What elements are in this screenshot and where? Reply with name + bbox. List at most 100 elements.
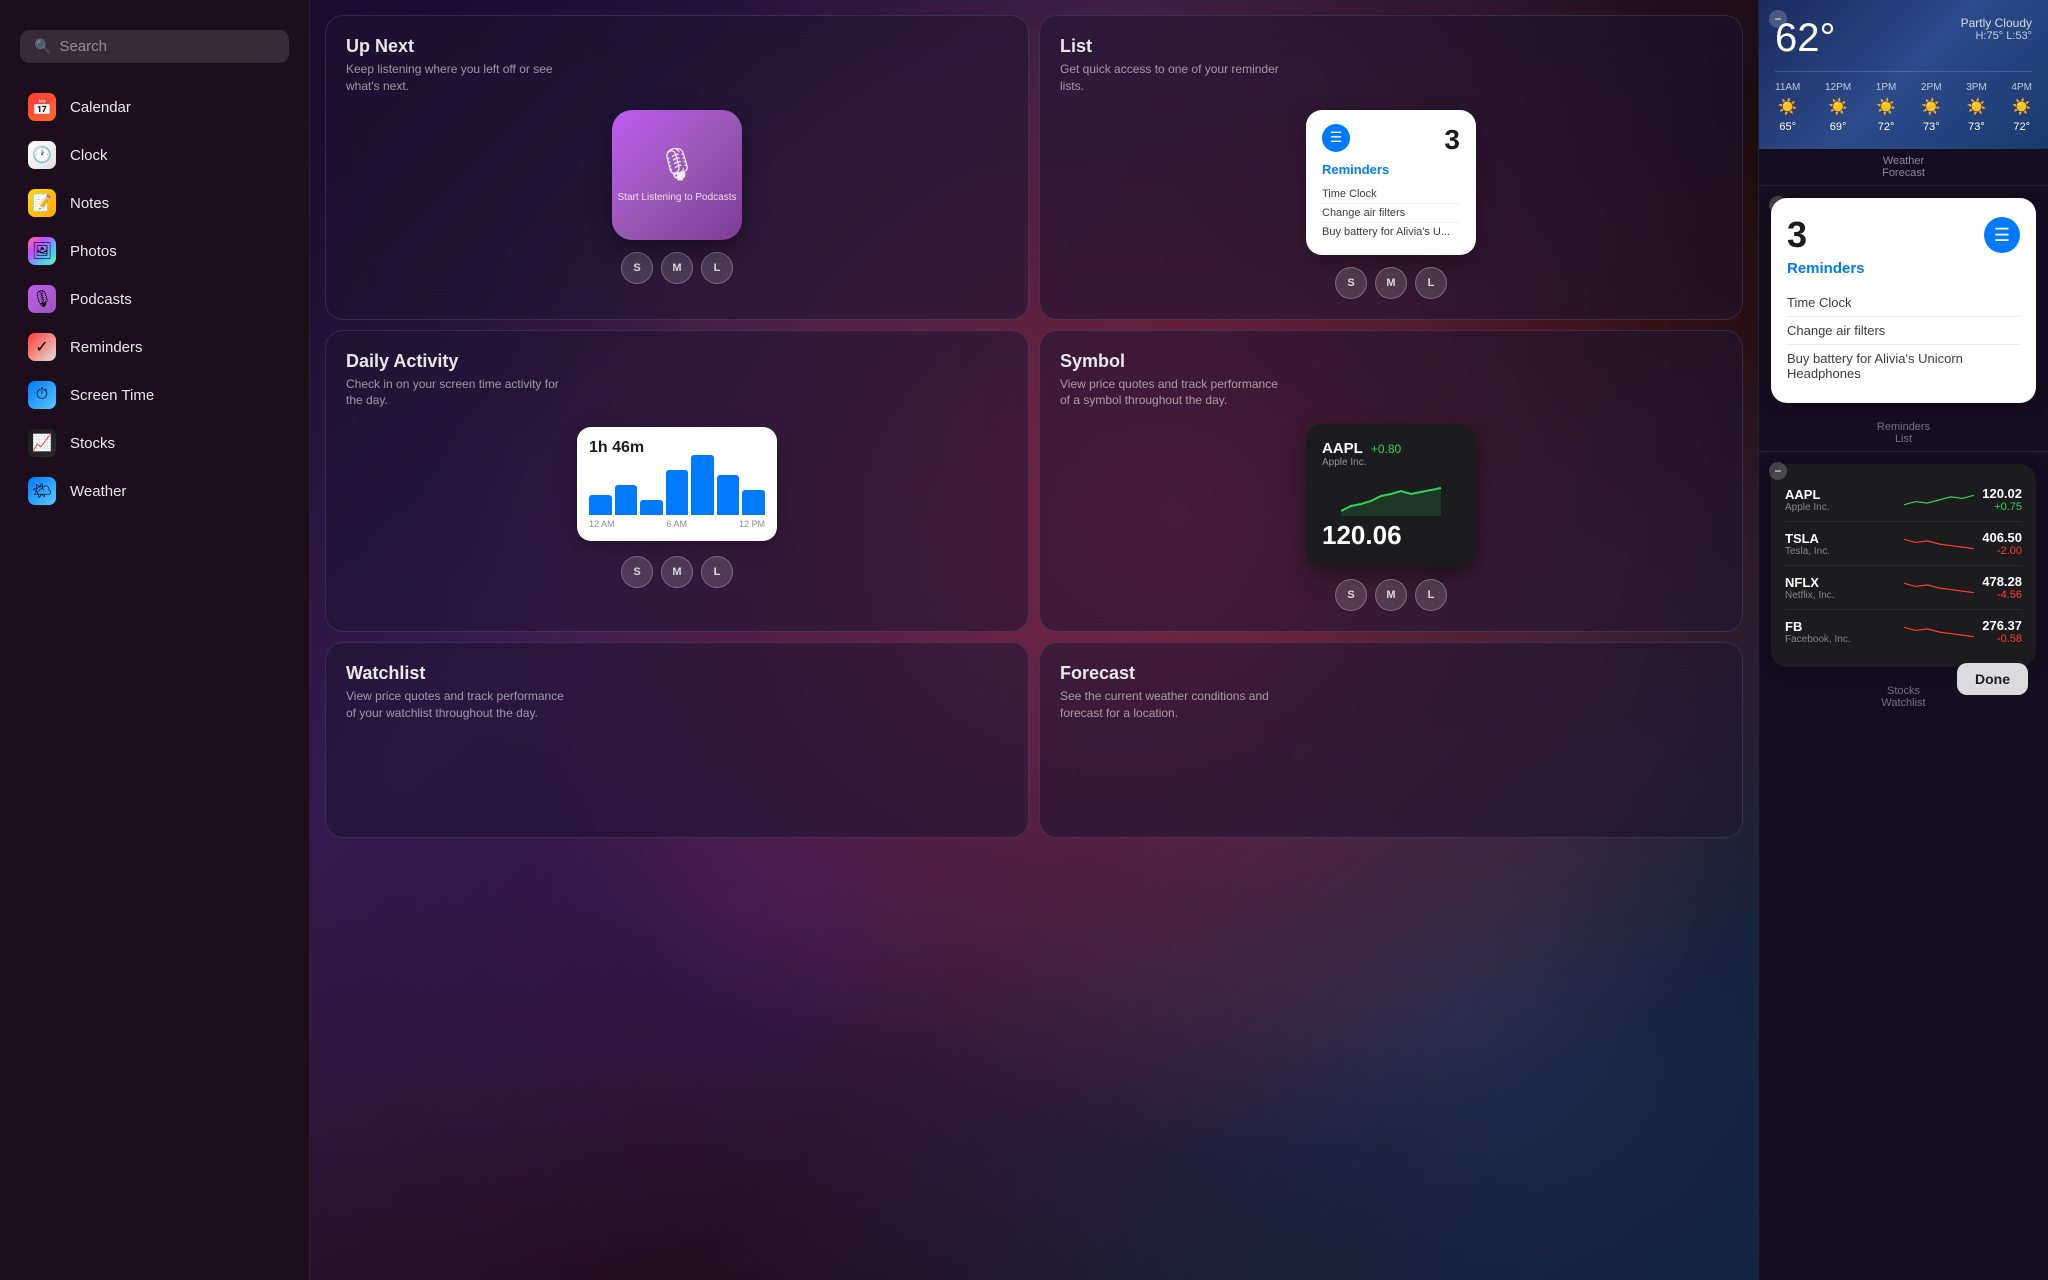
forecast-icon: ☀️ [1778,97,1798,117]
stocks-caption-title: Stocks [1887,685,1920,697]
podcasts-label: Podcasts [70,291,132,308]
stock-row: FB Facebook, Inc. 276.37 -0.58 [1785,610,2022,653]
reminders-label: Reminders [1322,162,1460,177]
stock-price-tsla: 406.50 [1982,530,2022,545]
weather-collapse-btn[interactable]: − [1769,10,1787,28]
weather-forecast-row: 11AM ☀️ 65° 12PM ☀️ 69° 1PM ☀️ 72° 2PM ☀… [1775,71,2032,133]
right-rem-items: Time ClockChange air filtersBuy battery … [1787,289,2020,387]
symbol-company: Apple Inc. [1322,457,1460,468]
size-btn-m[interactable]: M [661,556,693,588]
stock-change-aapl: +0.75 [1982,501,2022,513]
widget-up-next[interactable]: Up Next Keep listening where you left of… [325,15,1029,320]
sidebar-item-clock[interactable]: 🕐 Clock [8,131,301,179]
forecast-temp: 72° [1878,121,1895,133]
weather-caption: Weather Forecast [1759,149,2048,186]
size-btn-s[interactable]: S [621,252,653,284]
notes-icon: 📝 [28,189,56,217]
chart-bar [691,455,714,515]
widgets-row-1: Up Next Keep listening where you left of… [325,15,1743,320]
clock-icon: 🕐 [28,141,56,169]
chart-bar [666,470,689,515]
sidebar-item-calendar[interactable]: 📅 Calendar [8,83,301,131]
forecast-item: 3PM ☀️ 73° [1966,82,1987,133]
right-reminders-section: − 3 ☰ Reminders Time ClockChange air fil… [1759,186,2048,452]
search-icon: 🔍 [34,38,51,55]
size-btn-m[interactable]: M [661,252,693,284]
stock-ticker-aapl: AAPL [1785,487,1896,502]
widget-list-preview: ☰ 3 Reminders Time ClockChange air filte… [1060,110,1722,255]
forecast-icon: ☀️ [1828,97,1848,117]
right-rem-item: Change air filters [1787,317,2020,345]
right-stocks-card: AAPL Apple Inc. 120.02 +0.75 TSLA Tesla,… [1771,464,2036,667]
widget-daily-activity[interactable]: Daily Activity Check in on your screen t… [325,330,1029,633]
widget-up-next-title: Up Next [346,36,1008,57]
weather-condition: Partly Cloudy [1961,16,2032,30]
forecast-temp: 72° [2013,121,2030,133]
activity-time-label: 12 PM [739,519,765,529]
podcasts-icon: 🎙 [657,145,698,183]
size-selector-list: SML [1060,267,1722,299]
right-weather-widget: 62° Partly Cloudy H:75° L:53° 11AM ☀️ 65… [1759,0,2048,149]
reminders-count: 3 [1444,124,1460,156]
widget-daily-activity-title: Daily Activity [346,351,1008,372]
search-box[interactable]: 🔍 [20,30,289,63]
search-input[interactable] [59,38,275,55]
reminders-collapse-btn[interactable]: − [1769,196,1787,214]
sidebar-item-notes[interactable]: 📝 Notes [8,179,301,227]
screentime-label: Screen Time [70,387,154,404]
widgets-area: Up Next Keep listening where you left of… [310,0,1758,1280]
size-btn-s[interactable]: S [621,556,653,588]
clock-label: Clock [70,147,108,164]
chart-bar [615,485,638,515]
right-rem-header: 3 ☰ [1787,214,2020,256]
size-btn-m[interactable]: M [1375,579,1407,611]
size-btn-l[interactable]: L [701,252,733,284]
size-selector-up-next: SML [346,252,1008,284]
widget-list[interactable]: List Get quick access to one of your rem… [1039,15,1743,320]
widget-symbol[interactable]: Symbol View price quotes and track perfo… [1039,330,1743,633]
widgets-row-2: Daily Activity Check in on your screen t… [325,330,1743,633]
podcasts-widget-preview: 🎙 Start Listening to Podcasts [612,110,742,240]
widget-symbol-preview: AAPL +0.80 Apple Inc. 120.06 [1060,424,1722,567]
sidebar-item-stocks[interactable]: 📈 Stocks [8,419,301,467]
stock-chart-tsla [1904,532,1974,556]
stock-price-info-aapl: 120.02 +0.75 [1982,486,2022,513]
forecast-time: 2PM [1921,82,1942,93]
forecast-icon: ☀️ [1921,97,1941,117]
sidebar-item-screentime[interactable]: ⏱ Screen Time [8,371,301,419]
size-btn-l[interactable]: L [1415,579,1447,611]
size-btn-m[interactable]: M [1375,267,1407,299]
forecast-icon: ☀️ [2012,97,2032,117]
search-container: 🔍 [0,20,309,83]
widget-watchlist[interactable]: Watchlist View price quotes and track pe… [325,642,1029,838]
size-btn-l[interactable]: L [701,556,733,588]
forecast-time: 3PM [1966,82,1987,93]
stock-ticker-tsla: TSLA [1785,531,1896,546]
weather-caption-title: Weather [1883,155,1924,167]
notes-label: Notes [70,195,109,212]
size-btn-l[interactable]: L [1415,267,1447,299]
activity-chart [589,465,765,515]
widget-forecast[interactable]: Forecast See the current weather conditi… [1039,642,1743,838]
sidebar-item-photos[interactable]: 🖼 Photos [8,227,301,275]
size-btn-s[interactable]: S [1335,267,1367,299]
stock-ticker-fb: FB [1785,619,1896,634]
stock-info: TSLA Tesla, Inc. [1785,531,1896,557]
sidebar-item-weather[interactable]: 🌤 Weather [8,467,301,515]
widget-watchlist-preview [346,737,1008,817]
podcasts-widget-label: Start Listening to Podcasts [618,191,737,204]
rem-caption-title: Reminders [1877,421,1930,433]
forecast-item: 4PM ☀️ 72° [2011,82,2032,133]
chart-bar [640,500,663,515]
reminder-preview-item: Buy battery for Alivia's U... [1322,223,1460,241]
stocks-collapse-btn[interactable]: − [1769,462,1787,480]
right-stocks-section: − AAPL Apple Inc. 120.02 +0.75 TSLA Tesl… [1759,452,2048,715]
size-btn-s[interactable]: S [1335,579,1367,611]
widget-watchlist-subtitle: View price quotes and track performance … [346,688,566,722]
sidebar-item-reminders[interactable]: ✓ Reminders [8,323,301,371]
calendar-icon: 📅 [28,93,56,121]
photos-icon: 🖼 [28,237,56,265]
done-button[interactable]: Done [1957,663,2028,695]
screentime-icon: ⏱ [28,381,56,409]
sidebar-item-podcasts[interactable]: 🎙 Podcasts [8,275,301,323]
